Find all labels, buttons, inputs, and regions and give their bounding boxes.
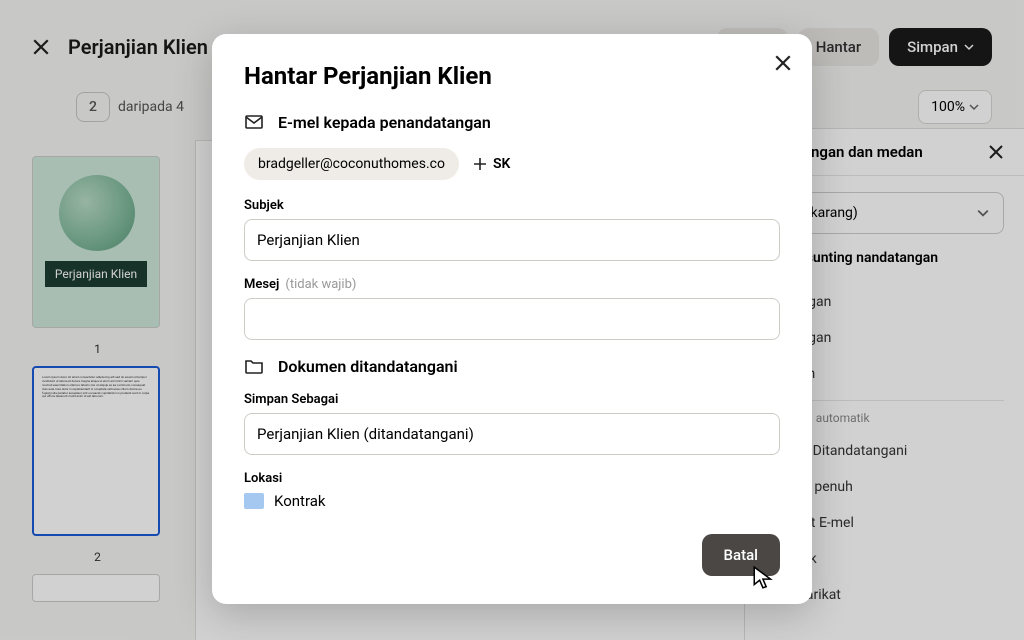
signed-section-label: Dokumen ditandatangani <box>278 357 458 376</box>
optional-hint: (tidak wajib) <box>285 277 356 292</box>
recipient-row: bradgeller@coconuthomes.co SK <box>244 148 780 180</box>
saveas-label: Simpan Sebagai <box>244 392 780 407</box>
plus-icon <box>473 157 487 171</box>
send-modal: Hantar Perjanjian Klien E-mel kepada pen… <box>212 34 812 604</box>
location-folder-name: Kontrak <box>274 492 326 510</box>
close-icon[interactable] <box>774 54 792 72</box>
location-folder[interactable]: Kontrak <box>244 492 780 510</box>
message-input[interactable] <box>244 298 780 340</box>
modal-footer: Batal <box>244 534 780 576</box>
email-chip[interactable]: bradgeller@coconuthomes.co <box>244 148 459 180</box>
email-section-header: E-mel kepada penandatangan <box>244 112 780 132</box>
modal-title: Hantar Perjanjian Klien <box>244 62 780 90</box>
message-label: Mesej (tidak wajib) <box>244 277 780 292</box>
mail-icon <box>244 112 264 132</box>
folder-icon <box>244 493 264 509</box>
cancel-button[interactable]: Batal <box>702 534 780 576</box>
signed-section-header: Dokumen ditandatangani <box>244 356 780 376</box>
folder-icon <box>244 356 264 376</box>
add-cc-label: SK <box>493 156 510 172</box>
subject-input[interactable] <box>244 219 780 261</box>
email-section-label: E-mel kepada penandatangan <box>278 113 491 132</box>
add-cc-button[interactable]: SK <box>473 156 510 172</box>
location-label: Lokasi <box>244 471 780 486</box>
subject-label: Subjek <box>244 198 780 213</box>
saveas-input[interactable] <box>244 413 780 455</box>
modal-overlay: Hantar Perjanjian Klien E-mel kepada pen… <box>0 0 1024 640</box>
